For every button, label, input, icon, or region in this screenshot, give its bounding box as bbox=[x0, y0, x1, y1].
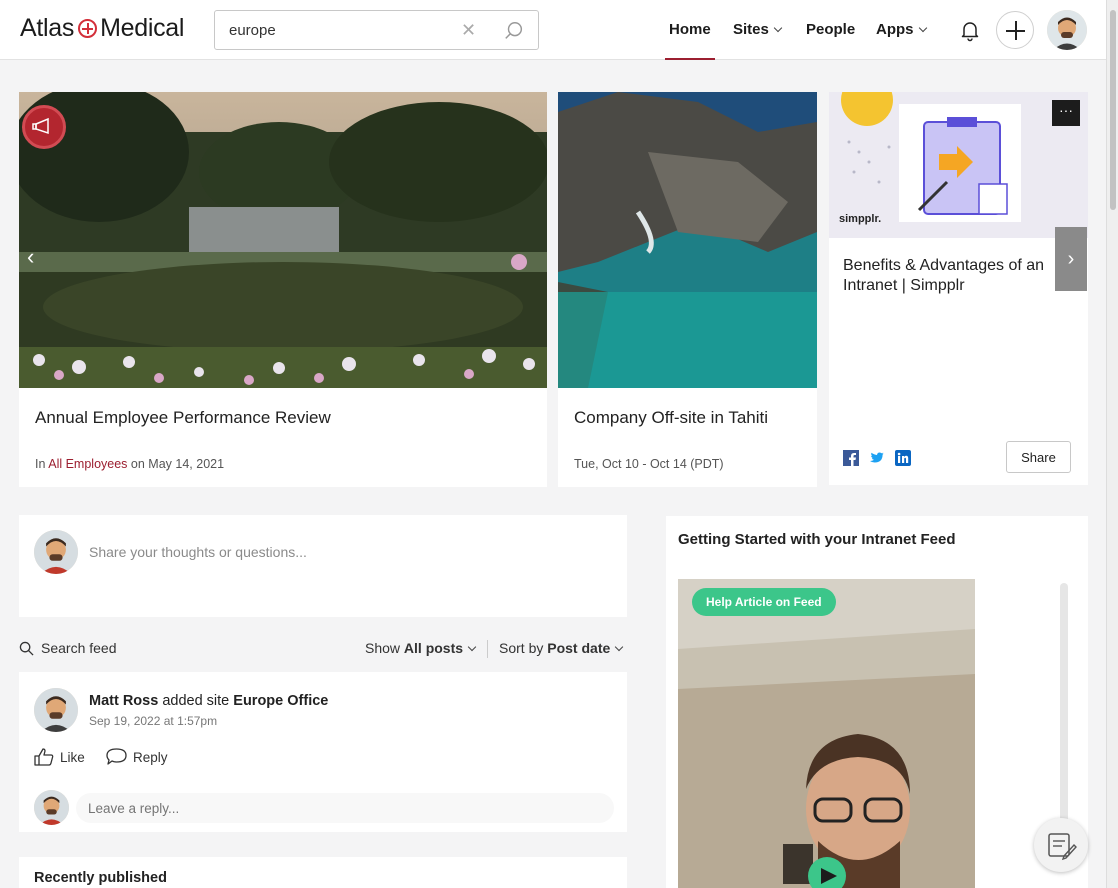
search-input[interactable] bbox=[229, 20, 449, 40]
linkedin-icon[interactable] bbox=[895, 450, 911, 466]
card-meta: In All Employees on May 14, 2021 bbox=[35, 457, 224, 471]
search-icon bbox=[19, 641, 34, 656]
sort-dropdown[interactable]: Sort by Post date bbox=[499, 640, 624, 656]
share-button[interactable]: Share bbox=[1006, 441, 1071, 473]
search-icon[interactable] bbox=[503, 20, 525, 42]
chevron-down-icon bbox=[773, 23, 783, 33]
featured-card-intranet-article[interactable]: simpplr. ··· Benefits & Advantages of an… bbox=[829, 92, 1088, 485]
like-button[interactable]: Like bbox=[34, 748, 85, 766]
featured-card-offsite[interactable]: Company Off-site in Tahiti Tue, Oct 10 -… bbox=[558, 92, 817, 487]
scrollbar-thumb[interactable] bbox=[1110, 10, 1116, 210]
nav-people[interactable]: People bbox=[806, 0, 855, 60]
comment-icon bbox=[106, 748, 127, 765]
post-action: added site bbox=[162, 693, 230, 709]
event-date: Tue, Oct 10 - Oct 14 (PDT) bbox=[574, 457, 724, 471]
chevron-down-icon bbox=[918, 23, 927, 33]
help-article-badge[interactable]: Help Article on Feed bbox=[692, 588, 836, 616]
divider bbox=[487, 640, 488, 658]
card-meta-date: on May 14, 2021 bbox=[130, 457, 225, 471]
site-link-all-employees[interactable]: All Employees bbox=[48, 457, 127, 471]
chevron-down-icon bbox=[615, 642, 624, 652]
like-label: Like bbox=[60, 749, 85, 765]
avatar-illustration bbox=[34, 530, 78, 574]
reply-input[interactable] bbox=[76, 793, 614, 823]
feedback-button[interactable] bbox=[1034, 818, 1088, 872]
carousel-next-icon[interactable]: › bbox=[1055, 227, 1087, 291]
user-avatar bbox=[34, 530, 78, 574]
medical-cross-icon bbox=[78, 19, 98, 38]
avatar-illustration bbox=[34, 790, 69, 825]
author-avatar[interactable] bbox=[34, 688, 78, 732]
card-title[interactable]: Benefits & Advantages of an Intranet | S… bbox=[843, 256, 1063, 296]
card-meta-prefix: In bbox=[35, 457, 46, 471]
global-search: ✕ bbox=[214, 10, 539, 50]
avatar-illustration bbox=[1047, 10, 1087, 50]
post-composer bbox=[19, 515, 627, 617]
sort-value: Post date bbox=[547, 640, 611, 656]
nav-sites-label: Sites bbox=[733, 21, 769, 38]
author-name[interactable]: Matt Ross bbox=[89, 693, 158, 709]
park-photo bbox=[19, 92, 547, 388]
nav-sites[interactable]: Sites bbox=[733, 0, 783, 60]
user-avatar[interactable] bbox=[1047, 10, 1087, 50]
panel-title: Getting Started with your Intranet Feed bbox=[678, 531, 956, 548]
nav-apps-label: Apps bbox=[876, 21, 914, 38]
site-link[interactable]: Europe Office bbox=[233, 693, 328, 709]
avatar-illustration bbox=[34, 688, 78, 732]
show-filter-prefix: Show bbox=[365, 640, 401, 656]
getting-started-panel: Getting Started with your Intranet Feed bbox=[666, 516, 1088, 888]
reply-label: Reply bbox=[133, 749, 168, 765]
composer-input[interactable]: Share your thoughts or questions... bbox=[89, 544, 307, 560]
reply-button[interactable]: Reply bbox=[106, 748, 168, 766]
show-filter-value: All posts bbox=[403, 640, 464, 656]
post-timestamp[interactable]: Sep 19, 2022 at 1:57pm bbox=[89, 714, 217, 728]
post-headline: Matt Ross added site Europe Office bbox=[89, 693, 328, 709]
create-button[interactable] bbox=[996, 11, 1034, 49]
sort-prefix: Sort by bbox=[499, 640, 544, 656]
nav-apps[interactable]: Apps bbox=[876, 0, 927, 60]
card-title[interactable]: Annual Employee Performance Review bbox=[35, 408, 331, 428]
brand-name-left: Atlas bbox=[20, 14, 75, 42]
top-header: Atlas Medical ✕ Home Sites People Apps bbox=[0, 0, 1106, 60]
edit-note-icon bbox=[1048, 833, 1077, 861]
card-title[interactable]: Company Off-site in Tahiti bbox=[574, 408, 768, 428]
facebook-icon[interactable] bbox=[843, 450, 859, 466]
featured-card-performance-review[interactable]: ‹ Annual Employee Performance Review In … bbox=[19, 92, 547, 487]
user-avatar bbox=[34, 790, 69, 825]
chevron-down-icon bbox=[467, 642, 477, 652]
more-options-button[interactable]: ··· bbox=[1052, 100, 1080, 126]
recently-published-card: Recently published bbox=[19, 857, 627, 888]
bell-icon[interactable] bbox=[958, 18, 982, 42]
image-caption: simpplr. bbox=[839, 213, 882, 225]
search-feed-label: Search feed bbox=[41, 640, 117, 656]
show-filter-dropdown[interactable]: Show All posts bbox=[365, 640, 477, 656]
brand-name-right: Medical bbox=[100, 14, 185, 42]
coast-photo bbox=[558, 92, 817, 388]
nav-home[interactable]: Home bbox=[665, 0, 715, 60]
page-scrollbar[interactable] bbox=[1106, 0, 1118, 888]
clear-search-icon[interactable]: ✕ bbox=[461, 20, 476, 41]
help-video-thumbnail[interactable] bbox=[678, 579, 975, 888]
megaphone-icon bbox=[32, 117, 49, 135]
section-heading: Recently published bbox=[34, 870, 167, 886]
carousel-prev-icon[interactable]: ‹ bbox=[27, 244, 34, 270]
brand-logo[interactable]: Atlas Medical bbox=[20, 14, 184, 43]
twitter-icon[interactable] bbox=[869, 450, 885, 466]
search-feed[interactable]: Search feed bbox=[19, 640, 117, 656]
megaphone-badge-icon bbox=[22, 105, 66, 149]
thumbs-up-icon bbox=[34, 748, 54, 766]
